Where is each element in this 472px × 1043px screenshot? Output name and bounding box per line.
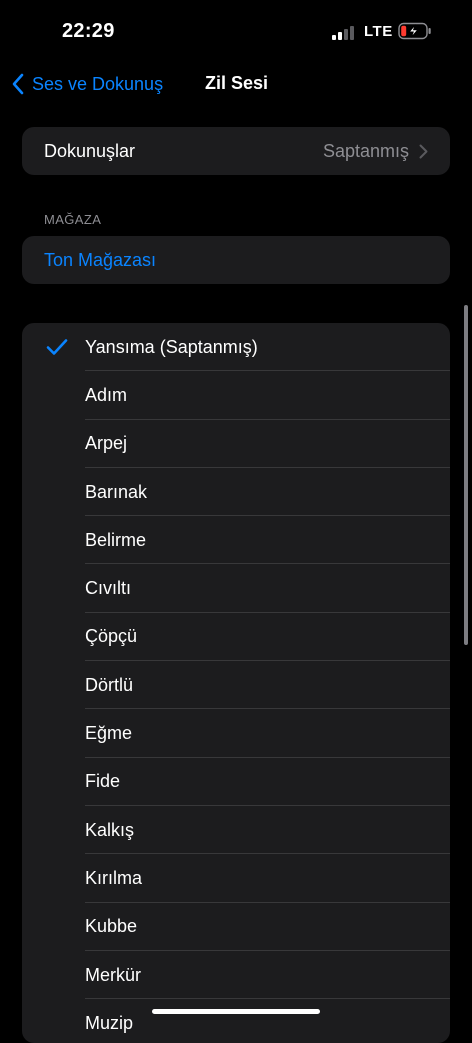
status-bar: 22:29 LTE — [0, 0, 472, 60]
haptics-group: Dokunuşlar Saptanmış — [22, 127, 450, 175]
tone-name: Belirme — [85, 529, 147, 550]
tone-name: Fide — [85, 771, 121, 792]
tone-row[interactable]: Barınak — [22, 468, 450, 517]
store-group: Ton Mağazası — [22, 236, 450, 284]
tone-row[interactable]: Muzip — [22, 999, 450, 1043]
tone-name: Kubbe — [85, 916, 138, 937]
tone-name: Dörtlü — [85, 674, 134, 695]
tone-name: Çöpçü — [85, 626, 138, 647]
cellular-signal-icon — [332, 26, 356, 40]
tone-name: Muzip — [85, 1012, 134, 1033]
tone-name: Arpej — [85, 433, 128, 454]
status-time: 22:29 — [62, 20, 115, 42]
tone-list: Yansıma (Saptanmış) Adım Arpej Barınak Belir… — [22, 323, 450, 1043]
tone-row[interactable]: Yansıma (Saptanmış) — [22, 323, 450, 372]
tone-name: Barınak — [85, 481, 148, 502]
tone-row[interactable]: Kubbe — [22, 903, 450, 951]
tone-name: Adım — [85, 384, 128, 405]
store-section-header: MAĞAZA — [44, 212, 102, 227]
chevron-left-icon — [12, 73, 24, 95]
tone-row[interactable]: Belirme — [22, 516, 450, 565]
tone-row[interactable]: Kırılma — [22, 854, 450, 903]
battery-charging-icon — [398, 22, 432, 40]
tone-name: Eğme — [85, 723, 133, 744]
scrollbar[interactable] — [464, 305, 468, 645]
checkmark-icon — [46, 338, 68, 356]
tone-row[interactable]: Çöpçü — [22, 613, 450, 662]
haptics-label: Dokunuşlar — [44, 140, 136, 161]
tone-name: Cıvıltı — [85, 578, 132, 599]
tone-name: Kalkış — [85, 819, 135, 840]
tone-row[interactable]: Dörtlü — [22, 661, 450, 710]
tone-name: Yansıma (Saptanmış) — [85, 336, 258, 357]
tone-name: Merkür — [85, 964, 142, 985]
tone-row[interactable]: Fide — [22, 758, 450, 806]
tone-store-link[interactable]: Ton Mağazası — [22, 236, 450, 284]
chevron-right-icon — [419, 144, 428, 159]
navigation-bar: Ses ve Dokunuş Zil Sesi — [0, 60, 472, 108]
haptics-row[interactable]: Dokunuşlar Saptanmış — [22, 127, 450, 175]
page-title: Zil Sesi — [205, 73, 269, 93]
tone-row[interactable]: Arpej — [22, 420, 450, 468]
back-button-label: Ses ve Dokunuş — [32, 73, 164, 94]
tone-name: Kırılma — [85, 867, 143, 888]
back-button[interactable]: Ses ve Dokunuş — [12, 70, 163, 98]
tone-row[interactable]: Cıvıltı — [22, 564, 450, 613]
tone-row[interactable]: Kalkış — [22, 806, 450, 855]
home-indicator[interactable] — [152, 1009, 320, 1014]
tone-row[interactable]: Merkür — [22, 951, 450, 1000]
tone-row[interactable]: Adım — [22, 371, 450, 420]
haptics-value: Saptanmış — [322, 140, 409, 161]
network-type: LTE — [364, 23, 393, 40]
tone-row[interactable]: Eğme — [22, 709, 450, 758]
